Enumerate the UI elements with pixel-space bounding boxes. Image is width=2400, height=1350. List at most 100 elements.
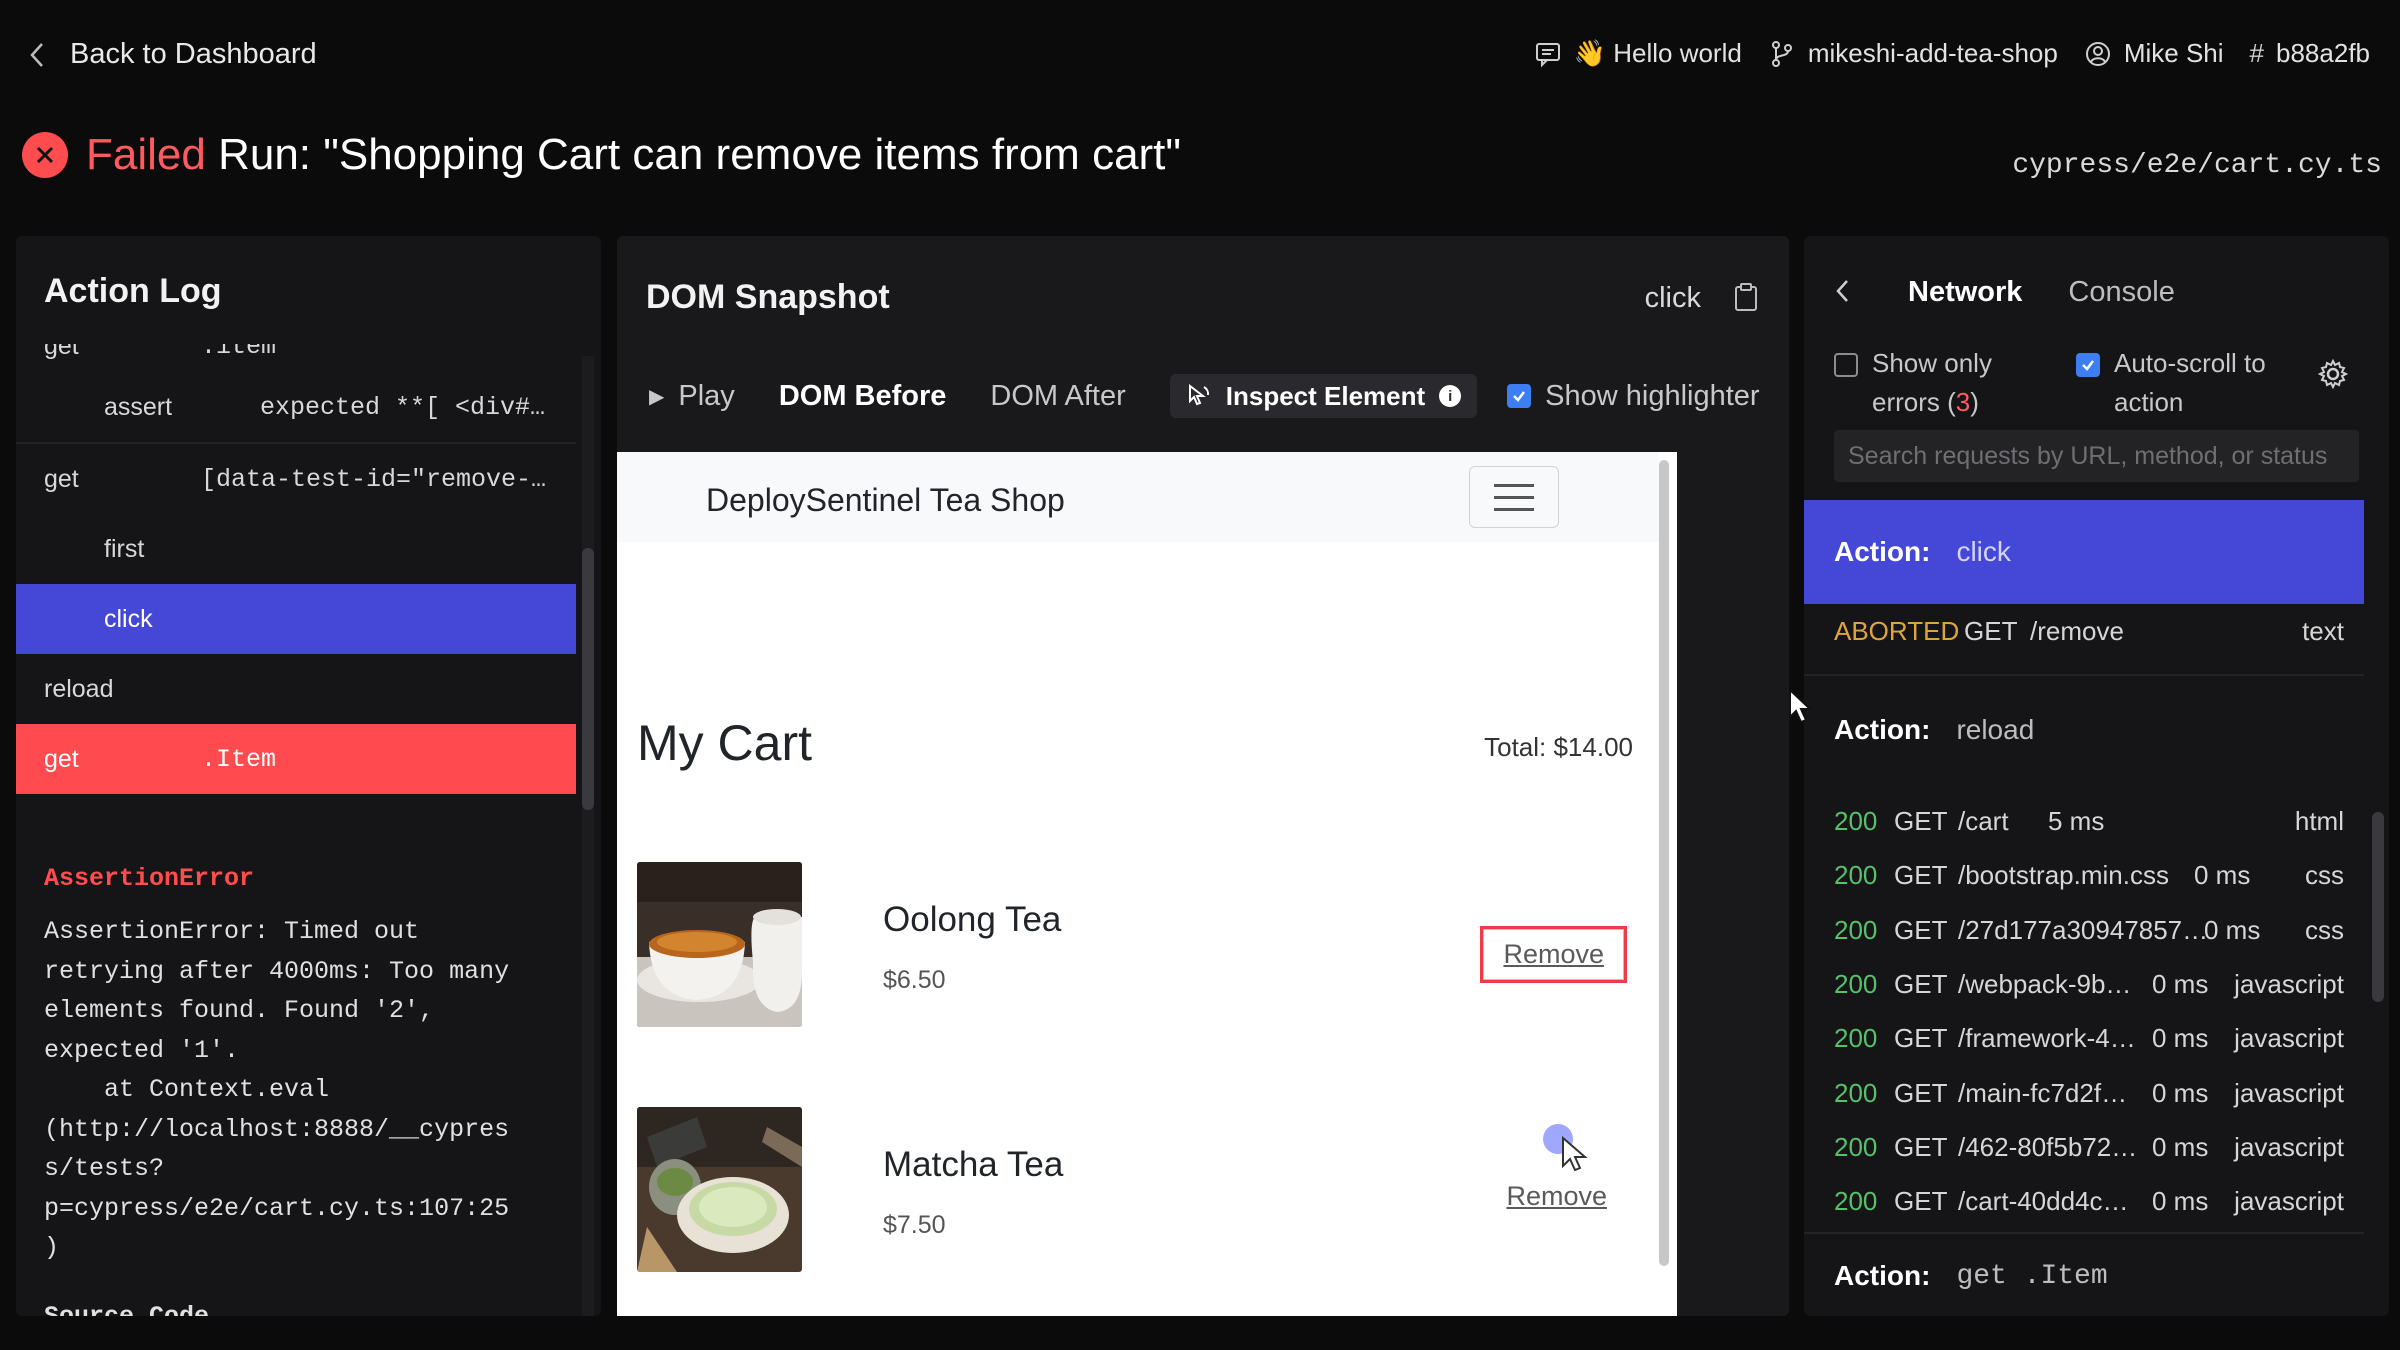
show-highlighter-toggle[interactable]: Show highlighter	[1507, 380, 1760, 413]
request-time: 5 ms	[2048, 806, 2105, 836]
action-log-title: Action Log	[44, 272, 222, 310]
action-group-header[interactable]: Action: get .Item	[1804, 1236, 2364, 1316]
item-name: Matcha Tea	[883, 1145, 1064, 1184]
page-title: Failed Run: "Shopping Cart can remove it…	[86, 130, 1181, 180]
request-type: css	[2305, 860, 2344, 891]
request-status: 200	[1834, 1077, 1878, 1108]
request-type: javascript	[2234, 968, 2344, 999]
checkbox-checked[interactable]	[1507, 384, 1532, 408]
divider	[1804, 1232, 2364, 1234]
request-type: javascript	[2234, 1186, 2344, 1217]
request-method: GET	[1964, 616, 2018, 646]
user-icon	[2085, 41, 2110, 66]
action-group-header[interactable]: Action: click	[1804, 500, 2364, 604]
auto-scroll-toggle[interactable]: Auto-scroll to action	[2076, 344, 2266, 422]
chevron-left-icon[interactable]	[1834, 278, 1850, 304]
network-request-row[interactable]: ABORTED GET /remove text	[1834, 616, 2344, 670]
network-request-row[interactable]: 200 GET/main-fc7d2f… 0 ms javascript	[1834, 1078, 2344, 1132]
request-status: 200	[1834, 968, 1878, 999]
branch-name: mikeshi-add-tea-shop	[1768, 38, 2058, 69]
request-type: text	[2302, 616, 2344, 646]
request-type: javascript	[2234, 1077, 2344, 1108]
snapshot-toolbar: ▶ Play DOM Before DOM After Inspect Elem…	[649, 374, 1760, 418]
info-icon[interactable]: i	[1439, 385, 1462, 407]
request-type: html	[2294, 806, 2344, 836]
commit-hash: # b88a2fb	[2249, 38, 2370, 68]
remove-button-highlighted[interactable]: Remove	[1480, 926, 1627, 983]
error-message: AssertionError: Timed out retrying after…	[44, 917, 510, 1262]
network-request-row[interactable]: 200 GET/27d177a30947857… 0 ms css	[1834, 915, 2344, 969]
action-row[interactable]: first	[16, 514, 576, 584]
source-code-label[interactable]: Source Code	[44, 1302, 209, 1316]
request-type: javascript	[2234, 1023, 2344, 1054]
hamburger-menu-button[interactable]	[1469, 466, 1559, 528]
cart-heading: My Cart	[637, 715, 812, 771]
dom-snapshot-title: DOM Snapshot	[646, 278, 890, 316]
item-name: Oolong Tea	[883, 900, 1062, 939]
network-request-row[interactable]: 200 GET/webpack-9b… 0 ms javascript	[1834, 969, 2344, 1023]
action-row[interactable]: assert expected **[ <div#…	[16, 372, 576, 442]
checkbox-checked[interactable]	[2076, 353, 2100, 377]
back-label: Back to Dashboard	[70, 38, 317, 70]
request-time: 0 ms	[2152, 1186, 2209, 1217]
check-icon	[2082, 360, 2094, 371]
cart-item: Oolong Tea $6.50 Remove	[637, 862, 1647, 1032]
show-only-errors-toggle[interactable]: Show only errors (3)	[1834, 344, 1992, 422]
request-path: /main-fc7d2f…	[1958, 1077, 2128, 1108]
play-button[interactable]: ▶ Play	[649, 380, 735, 413]
request-time: 0 ms	[2204, 914, 2261, 945]
request-status: 200	[1834, 860, 1878, 891]
spec-path: cypress/e2e/cart.cy.ts	[2012, 150, 2382, 181]
scrollbar-track[interactable]	[582, 356, 594, 1316]
request-path: /remove	[2030, 616, 2124, 646]
action-group-header[interactable]: Action: reload	[1804, 678, 2364, 782]
divider	[1804, 674, 2364, 676]
shop-navbar: DeploySentinel Tea Shop	[617, 452, 1659, 542]
remove-button[interactable]: Remove	[1486, 1171, 1627, 1222]
tab-network[interactable]: Network	[1908, 276, 2022, 309]
item-price: $6.50	[883, 966, 946, 994]
action-row-failed[interactable]: get .Item	[16, 724, 576, 794]
scrollbar-thumb[interactable]	[582, 548, 594, 810]
snapshot-scrollbar[interactable]	[1659, 460, 1669, 1266]
request-path: /27d177a30947857…	[1958, 914, 2209, 945]
oolong-tea-image	[637, 862, 802, 1027]
close-icon	[36, 146, 54, 164]
gear-icon[interactable]	[2317, 358, 2349, 390]
run-status: Failed	[86, 130, 206, 179]
cart-total: Total: $14.00	[1484, 732, 1633, 762]
user-name: Mike Shi	[2084, 38, 2224, 69]
tab-console[interactable]: Console	[2068, 276, 2174, 309]
tab-dom-before[interactable]: DOM Before	[779, 380, 947, 413]
shop-brand[interactable]: DeploySentinel Tea Shop	[706, 482, 1065, 519]
request-status: 200	[1834, 806, 1878, 836]
action-row[interactable]: get [data-test-id="remove-…	[16, 444, 576, 514]
back-to-dashboard-link[interactable]: Back to Dashboard	[28, 38, 317, 71]
action-row[interactable]: reload	[16, 654, 576, 724]
failed-status-icon	[22, 132, 68, 178]
run-title: Run: "Shopping Cart can remove items fro…	[218, 130, 1182, 179]
matcha-tea-image	[637, 1107, 802, 1272]
action-row[interactable]: get .item	[16, 344, 576, 372]
network-request-row[interactable]: 200 GET/bootstrap.min.css 0 ms css	[1834, 860, 2344, 914]
tab-dom-after[interactable]: DOM After	[990, 380, 1125, 413]
request-method: GET	[1894, 806, 1948, 836]
network-request-row[interactable]: 200 GET/462-80f5b72… 0 ms javascript	[1834, 1132, 2344, 1186]
action-row-selected[interactable]: click	[16, 584, 576, 654]
hash-icon: #	[2249, 38, 2265, 68]
inspect-element-button[interactable]: Inspect Element i	[1169, 374, 1478, 418]
network-scrollbar[interactable]	[2372, 812, 2384, 1002]
request-status: 200	[1834, 1023, 1878, 1054]
network-request-row[interactable]: 200 GET/cart 5 ms html	[1834, 806, 2344, 860]
clipboard-icon[interactable]	[1733, 282, 1759, 312]
network-panel: Network Console Show only errors (3) Aut…	[1804, 236, 2389, 1316]
checkbox-unchecked[interactable]	[1834, 353, 1858, 377]
network-search-input[interactable]	[1834, 430, 2359, 482]
current-action-label: click	[1644, 282, 1701, 314]
request-path: /cart	[1958, 806, 2009, 836]
request-path: /webpack-9b…	[1958, 968, 2132, 999]
request-method: GET	[1894, 968, 1948, 999]
cursor-select-icon	[1188, 383, 1209, 406]
network-request-row[interactable]: 200 GET/framework-4… 0 ms javascript	[1834, 1023, 2344, 1077]
request-path: /cart-40dd4c…	[1958, 1186, 2129, 1217]
